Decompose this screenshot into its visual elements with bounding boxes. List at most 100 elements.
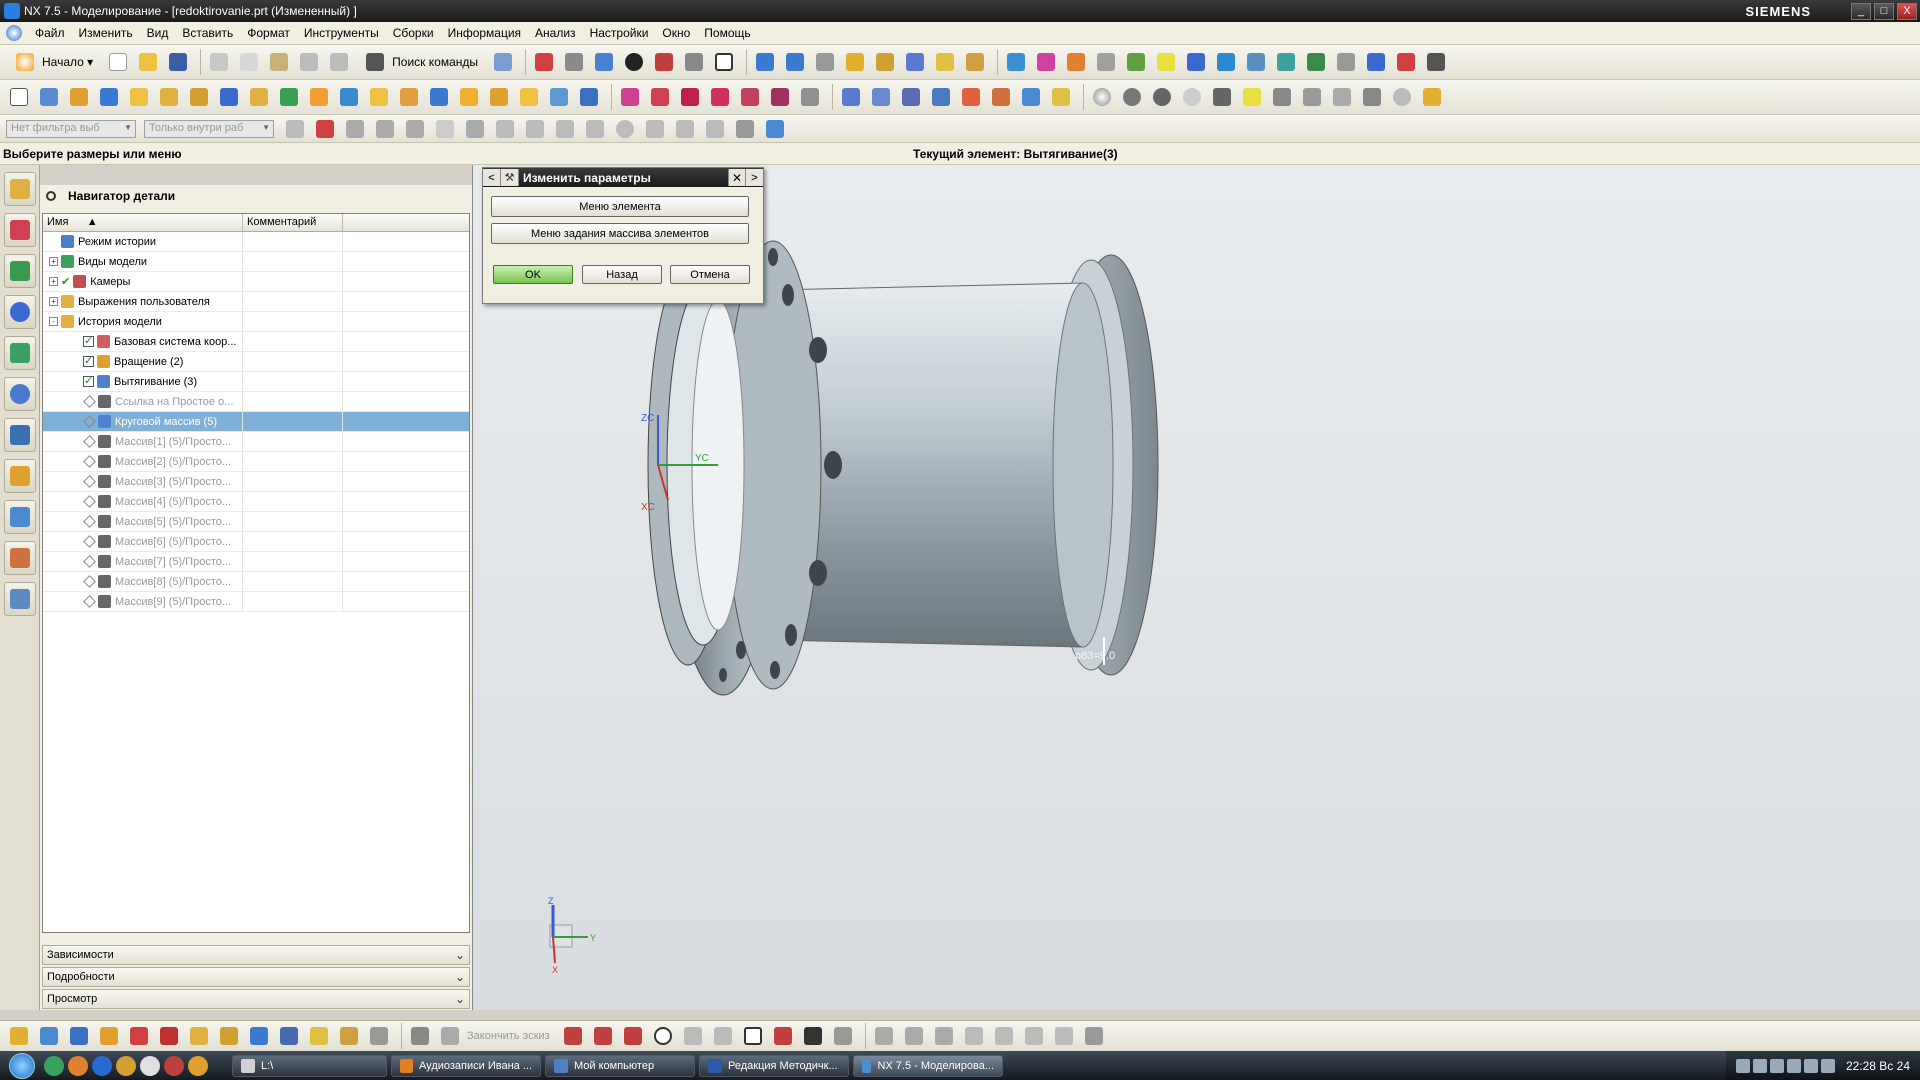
cone-icon[interactable] xyxy=(366,84,392,110)
tray-power-icon[interactable] xyxy=(1803,1058,1818,1073)
expand-icon[interactable]: + xyxy=(49,257,58,266)
pad-icon[interactable] xyxy=(216,84,242,110)
explode-icon[interactable] xyxy=(186,1023,212,1049)
pencil-icon[interactable] xyxy=(336,1023,362,1049)
landscape-icon[interactable] xyxy=(1243,49,1269,75)
inactive-diamond-icon[interactable] xyxy=(83,415,96,428)
inactive-diamond-icon[interactable] xyxy=(83,495,96,508)
highlight-icon[interactable] xyxy=(1239,84,1265,110)
menu-format[interactable]: Формат xyxy=(240,26,297,40)
quick-trim-icon[interactable] xyxy=(871,1023,897,1049)
sketch-task-icon[interactable] xyxy=(6,1023,32,1049)
curve-analysis-icon[interactable] xyxy=(1033,49,1059,75)
fit-view-icon[interactable] xyxy=(531,49,557,75)
mass-properties-icon[interactable] xyxy=(1093,49,1119,75)
check-geometry-icon[interactable] xyxy=(1123,49,1149,75)
key-icon[interactable] xyxy=(1419,84,1445,110)
system-materials-tab[interactable] xyxy=(4,418,36,452)
screen-capture-icon[interactable] xyxy=(1333,49,1359,75)
new-file-icon[interactable] xyxy=(105,49,131,75)
column-header-comment[interactable]: Комментарий xyxy=(243,214,343,231)
column-header-name[interactable]: Имя ▲ xyxy=(43,214,243,231)
reposition-icon[interactable] xyxy=(126,1023,152,1049)
analysis-icon[interactable] xyxy=(1003,49,1029,75)
fillet-icon[interactable] xyxy=(680,1023,706,1049)
dialog-back-arrow-icon[interactable]: < xyxy=(483,169,501,186)
intersect-icon[interactable] xyxy=(486,84,512,110)
view-cube-icon[interactable] xyxy=(591,49,617,75)
end-point-icon[interactable] xyxy=(492,116,518,142)
tree-row[interactable]: Режим истории xyxy=(43,232,469,252)
split-body-icon[interactable] xyxy=(707,84,733,110)
inactive-diamond-icon[interactable] xyxy=(83,395,96,408)
rapid-dimension-icon[interactable] xyxy=(1051,1023,1077,1049)
mid-point-icon[interactable] xyxy=(522,116,548,142)
no-display-icon[interactable] xyxy=(1179,84,1205,110)
visual-effects-icon[interactable] xyxy=(1273,49,1299,75)
orient-view-icon[interactable] xyxy=(561,49,587,75)
quadrant-point-icon[interactable] xyxy=(642,116,668,142)
shaded-icon[interactable] xyxy=(621,49,647,75)
shaded-sphere-icon[interactable] xyxy=(1089,84,1115,110)
tree-row[interactable]: - История модели xyxy=(43,312,469,332)
roles-tab[interactable] xyxy=(4,541,36,575)
tray-language-icon[interactable] xyxy=(1786,1058,1801,1073)
inactive-diamond-icon[interactable] xyxy=(83,475,96,488)
tray-antivirus-icon[interactable] xyxy=(1769,1058,1784,1073)
user-roles-icon[interactable] xyxy=(1183,49,1209,75)
process-studio-tab[interactable] xyxy=(4,459,36,493)
curve-rule-icon[interactable] xyxy=(342,116,368,142)
constraint-icon[interactable] xyxy=(156,1023,182,1049)
through-curves-icon[interactable] xyxy=(838,84,864,110)
preferences-icon[interactable] xyxy=(1423,49,1449,75)
redo-icon[interactable] xyxy=(326,49,352,75)
tray-update-icon[interactable] xyxy=(1820,1058,1835,1073)
n-sided-surface-icon[interactable] xyxy=(1018,84,1044,110)
offset-face-icon[interactable] xyxy=(737,84,763,110)
tree-row[interactable]: Массив[6] (5)/Просто... xyxy=(43,532,469,552)
face-rule-icon[interactable] xyxy=(372,116,398,142)
menu-edit[interactable]: Изменить xyxy=(72,26,140,40)
swept-icon[interactable] xyxy=(868,84,894,110)
geometric-constraints-icon[interactable] xyxy=(1081,1023,1107,1049)
menu-view[interactable]: Вид xyxy=(140,26,176,40)
existing-point-icon[interactable] xyxy=(672,116,698,142)
dark-sphere-icon[interactable] xyxy=(1119,84,1145,110)
expand-icon[interactable]: + xyxy=(49,277,58,286)
trim-body-icon[interactable] xyxy=(677,84,703,110)
pin-icon[interactable] xyxy=(46,191,56,201)
menu-file[interactable]: Файл xyxy=(28,26,72,40)
clearance-icon[interactable] xyxy=(306,1023,332,1049)
tree-row[interactable]: + Выражения пользователя xyxy=(43,292,469,312)
feature-checkbox[interactable] xyxy=(83,374,94,387)
quicklaunch-mail-icon[interactable] xyxy=(140,1055,160,1076)
control-point-icon[interactable] xyxy=(552,116,578,142)
grey-square-icon[interactable] xyxy=(1209,84,1235,110)
wave-icon[interactable] xyxy=(246,1023,272,1049)
tree-row[interactable]: + Виды модели xyxy=(43,252,469,272)
quicklaunch-media-icon[interactable] xyxy=(92,1055,112,1076)
chamfer-icon[interactable] xyxy=(546,84,572,110)
quicklaunch-opera-icon[interactable] xyxy=(164,1055,184,1076)
mirror-curve-icon[interactable] xyxy=(1021,1023,1047,1049)
ok-button[interactable]: OK xyxy=(493,265,573,284)
measure-distance-icon[interactable] xyxy=(932,49,958,75)
finish-sketch-button[interactable]: Закончить эскиз xyxy=(467,1030,550,1042)
rectangle-icon[interactable] xyxy=(740,1023,766,1049)
grid-icon[interactable] xyxy=(1359,84,1385,110)
bounded-plane-icon[interactable] xyxy=(1048,84,1074,110)
circle-icon[interactable] xyxy=(650,1023,676,1049)
profile-icon[interactable] xyxy=(560,1023,586,1049)
taskbar-task-button[interactable]: Мой компьютер xyxy=(545,1054,695,1077)
start-button[interactable]: Начало ▾ xyxy=(6,49,99,75)
shell-icon[interactable] xyxy=(576,84,602,110)
mate-icon[interactable] xyxy=(96,1023,122,1049)
reuse-library-tab[interactable] xyxy=(4,336,36,370)
arc-icon[interactable] xyxy=(620,1023,646,1049)
nx-menu-icon[interactable] xyxy=(6,25,22,41)
groove-icon[interactable] xyxy=(276,84,302,110)
slot-icon[interactable] xyxy=(246,84,272,110)
cut-icon[interactable] xyxy=(206,49,232,75)
part-navigator-tab[interactable] xyxy=(4,254,36,288)
revolve-icon[interactable] xyxy=(96,84,122,110)
